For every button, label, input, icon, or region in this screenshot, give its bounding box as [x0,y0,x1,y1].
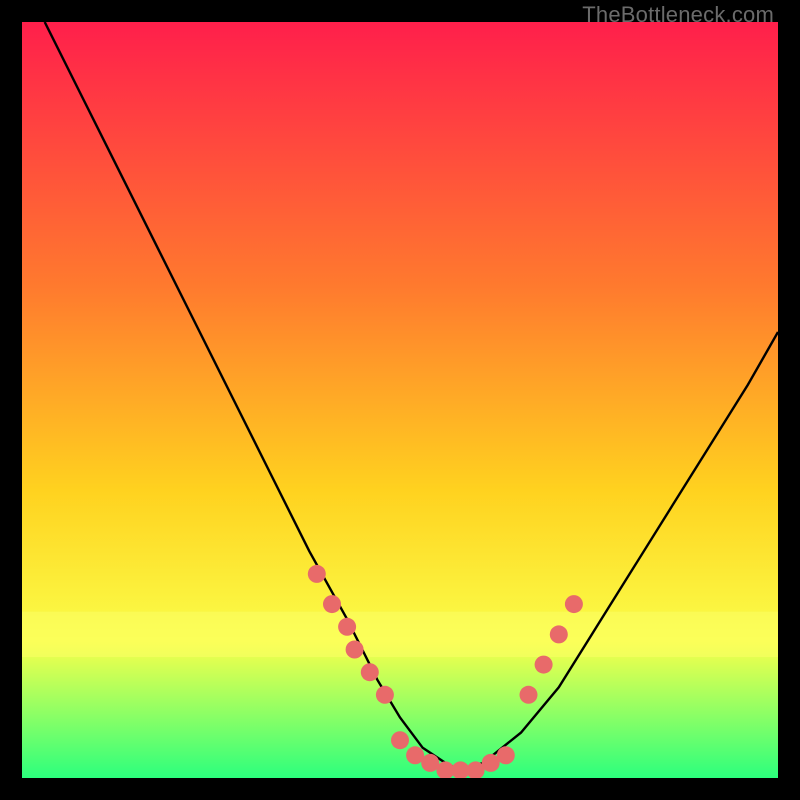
gradient-background [22,22,778,778]
bottleneck-plot [22,22,778,778]
data-dot [520,686,538,704]
watermark-text: TheBottleneck.com [582,2,774,28]
data-dot [550,625,568,643]
data-dot [376,686,394,704]
plot-frame [22,22,778,778]
data-dot [346,641,364,659]
yellow-highlight-band [22,612,778,657]
data-dot [535,656,553,674]
data-dot [323,595,341,613]
data-dot [338,618,356,636]
data-dot [361,663,379,681]
data-dot [391,731,409,749]
data-dot [308,565,326,583]
data-dot [565,595,583,613]
data-dot [497,746,515,764]
